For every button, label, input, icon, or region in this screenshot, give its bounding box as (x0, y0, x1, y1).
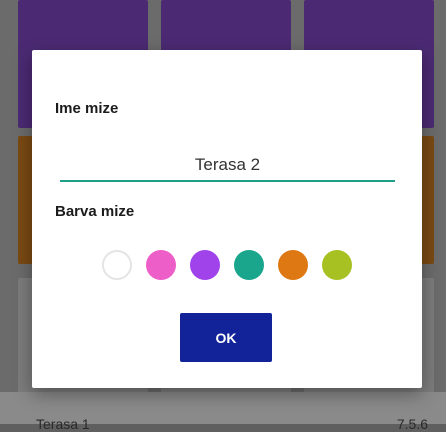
table-name-input[interactable] (60, 150, 395, 182)
table-color-label: Barva mize (55, 203, 135, 220)
edit-table-dialog: Ime mize Barva mize OK (32, 50, 422, 388)
color-swatch-group (102, 247, 352, 283)
color-swatch-pink[interactable] (146, 250, 176, 280)
color-swatch-purple[interactable] (190, 250, 220, 280)
color-swatch-white[interactable] (102, 250, 132, 280)
footer-table-name: Terasa 1 (36, 416, 90, 432)
color-swatch-olive[interactable] (322, 250, 352, 280)
footer-value: 7.5.6 (396, 416, 428, 432)
table-name-label: Ime mize (55, 100, 119, 117)
color-swatch-orange[interactable] (278, 250, 308, 280)
ok-button[interactable]: OK (180, 313, 272, 362)
color-swatch-teal[interactable] (234, 250, 264, 280)
